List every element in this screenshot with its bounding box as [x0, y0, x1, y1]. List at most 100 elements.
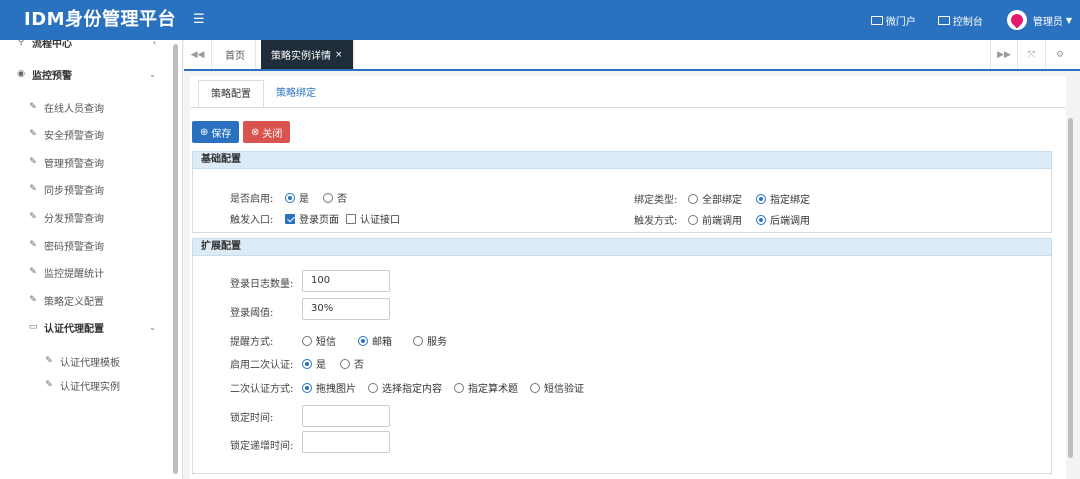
close-button[interactable]: ⊗ 关闭 [243, 121, 291, 143]
method-sms-radio[interactable]: 短信验证 [530, 380, 584, 395]
close-button-label: 关闭 [262, 128, 283, 140]
sidebar-item[interactable]: ✎ 认证代理模板 [0, 351, 170, 371]
method-drag-radio[interactable]: 拖拽图片 [302, 380, 356, 395]
menu-toggle-icon[interactable]: ☰ [193, 12, 205, 27]
lock-time-input[interactable] [302, 405, 390, 427]
sidebar-item[interactable]: ✎ 密码预警查询 [0, 235, 170, 255]
search-icon: ⊕ [200, 126, 209, 138]
sidebar-item[interactable]: ✎ 在线人员查询 [0, 97, 170, 117]
radio-label: 短信验证 [544, 384, 584, 395]
user-name[interactable]: 管理员 [1033, 13, 1063, 28]
sidebar-scrollbar[interactable] [173, 44, 178, 474]
sidebar-item[interactable]: ✎ 安全预警查询 [0, 124, 170, 144]
console-link[interactable]: 控制台 [937, 13, 983, 28]
checkbox-label: 登录页面 [299, 215, 339, 226]
lock-inc-label: 锁定递增时间: [230, 441, 294, 452]
bind-type-label: 绑定类型: [634, 195, 678, 206]
radio-checked [756, 193, 766, 204]
pin-icon: ✎ [29, 295, 37, 305]
avatar[interactable] [1006, 10, 1027, 30]
trigger-label: 触发方式: [634, 216, 678, 227]
radio-label: 邮箱 [372, 337, 392, 348]
enable-no-radio[interactable]: 否 [323, 190, 347, 205]
radio-label: 指定绑定 [770, 195, 810, 206]
sidebar-item[interactable]: ✎ 管理预警查询 [0, 152, 170, 172]
pin-icon: ✎ [29, 240, 37, 250]
notify-service-radio[interactable]: 服务 [413, 333, 447, 348]
tab-policy-config[interactable]: 策略配置 [198, 80, 264, 108]
bind-specified-radio[interactable]: 指定绑定 [756, 191, 810, 206]
tab-policy-detail[interactable]: 策略实例详情 × [261, 40, 354, 69]
enable-label: 是否启用: [230, 194, 274, 205]
content-scrollbar[interactable] [1068, 118, 1073, 458]
caret-down-icon[interactable]: ▼ [1066, 16, 1072, 25]
radio-unchecked [688, 193, 698, 204]
flow-icon: ⚲ [17, 40, 25, 47]
sidebar-item-label: 监控提醒统计 [44, 268, 104, 280]
enable-yes-radio[interactable]: 是 [285, 190, 309, 205]
save-button-label: 保存 [211, 128, 232, 140]
sidebar-item[interactable]: ✎ 同步预警查询 [0, 179, 170, 199]
sidebar-item[interactable]: ✎ 策略定义配置 [0, 290, 170, 310]
trigger-pre-radio[interactable]: 前端调用 [688, 212, 742, 227]
main-panel: 策略配置 策略绑定 ⊕ 保存 ⊗ 关闭 基础配置 是否启用: 是 否 触发入口:… [190, 76, 1066, 479]
radio-label: 否 [337, 194, 347, 205]
log-count-label: 登录日志数量: [230, 279, 294, 290]
radio-checked [358, 335, 368, 346]
radio-unchecked [688, 214, 698, 225]
tab-label: 策略实例详情 [271, 51, 331, 62]
notify-sms-radio[interactable]: 短信 [302, 333, 336, 348]
method-select-radio[interactable]: 选择指定内容 [368, 380, 442, 395]
monitor-icon [937, 15, 950, 25]
fullscreen-icon[interactable]: ⤧ [1018, 40, 1046, 69]
notify-mail-radio[interactable]: 邮箱 [358, 333, 392, 348]
bind-all-radio[interactable]: 全部绑定 [688, 191, 742, 206]
sidebar: ⚲ 流程中心 ‹ ◉ 监控预警 ⌄ ✎ 在线人员查询 ✎ 安全预警查询 ✎ 管理预警查… [0, 40, 183, 479]
close-icon[interactable]: × [335, 50, 343, 60]
sidebar-item[interactable]: ✎ 认证代理实例 [0, 375, 170, 395]
log-count-input[interactable]: 100 [302, 270, 390, 292]
sidebar-subgroup-auth-proxy[interactable]: ▭ 认证代理配置 ⌄ [0, 317, 170, 337]
tabs-scroll-left-icon[interactable]: ◀◀ [184, 40, 212, 69]
entry-auth-checkbox[interactable]: 认证接口 [346, 211, 400, 226]
brand-title: IDM身份管理平台 [24, 9, 177, 30]
radio-checked [302, 358, 312, 369]
method-math-radio[interactable]: 指定算术题 [454, 380, 518, 395]
chevron-left-icon: ‹ [152, 40, 156, 47]
tab-home[interactable]: 首页 [215, 40, 256, 69]
trigger-post-radio[interactable]: 后端调用 [756, 212, 810, 227]
threshold-input[interactable]: 30% [302, 298, 390, 320]
radio-unchecked [340, 358, 350, 369]
close-circle-icon: ⊗ [251, 126, 260, 138]
pin-icon: ✎ [29, 102, 37, 112]
radio-unchecked [368, 382, 378, 393]
gear-icon[interactable]: ⚙ [1046, 40, 1074, 69]
section-extended-header: 扩展配置 [192, 238, 1052, 256]
sidebar-item[interactable]: ✎ 分发预警查询 [0, 207, 170, 227]
sidebar-group-monitor[interactable]: ◉ 监控预警 ⌄ [0, 64, 170, 84]
radio-label: 选择指定内容 [382, 384, 442, 395]
radio-label: 前端调用 [702, 216, 742, 227]
pin-icon: ✎ [29, 267, 37, 277]
second-auth-label: 启用二次认证: [230, 360, 294, 371]
save-button[interactable]: ⊕ 保存 [192, 121, 240, 143]
second-auth-no-radio[interactable]: 否 [340, 356, 364, 371]
radio-label: 后端调用 [770, 216, 810, 227]
sidebar-item-label: 分发预警查询 [44, 213, 104, 225]
radio-checked [302, 382, 312, 393]
tab-policy-binding[interactable]: 策略绑定 [264, 80, 328, 108]
second-auth-yes-radio[interactable]: 是 [302, 356, 326, 371]
tabs-scroll-right-icon[interactable]: ▶▶ [990, 40, 1018, 69]
sidebar-item-label: 管理预警查询 [44, 158, 104, 170]
second-method-label: 二次认证方式: [230, 384, 294, 395]
sidebar-item-flow-center[interactable]: ⚲ 流程中心 ‹ [0, 40, 170, 52]
radio-label: 否 [354, 360, 364, 371]
sidebar-item[interactable]: ✎ 监控提醒统计 [0, 262, 170, 282]
lock-time-label: 锁定时间: [230, 413, 274, 424]
entry-login-checkbox[interactable]: 登录页面 [285, 211, 339, 226]
pin-icon: ✎ [29, 184, 37, 194]
portal-link[interactable]: 微门户 [870, 13, 916, 28]
lock-inc-input[interactable] [302, 431, 390, 453]
radio-unchecked [413, 335, 423, 346]
sidebar-subgroup-label: 认证代理配置 [44, 323, 104, 335]
